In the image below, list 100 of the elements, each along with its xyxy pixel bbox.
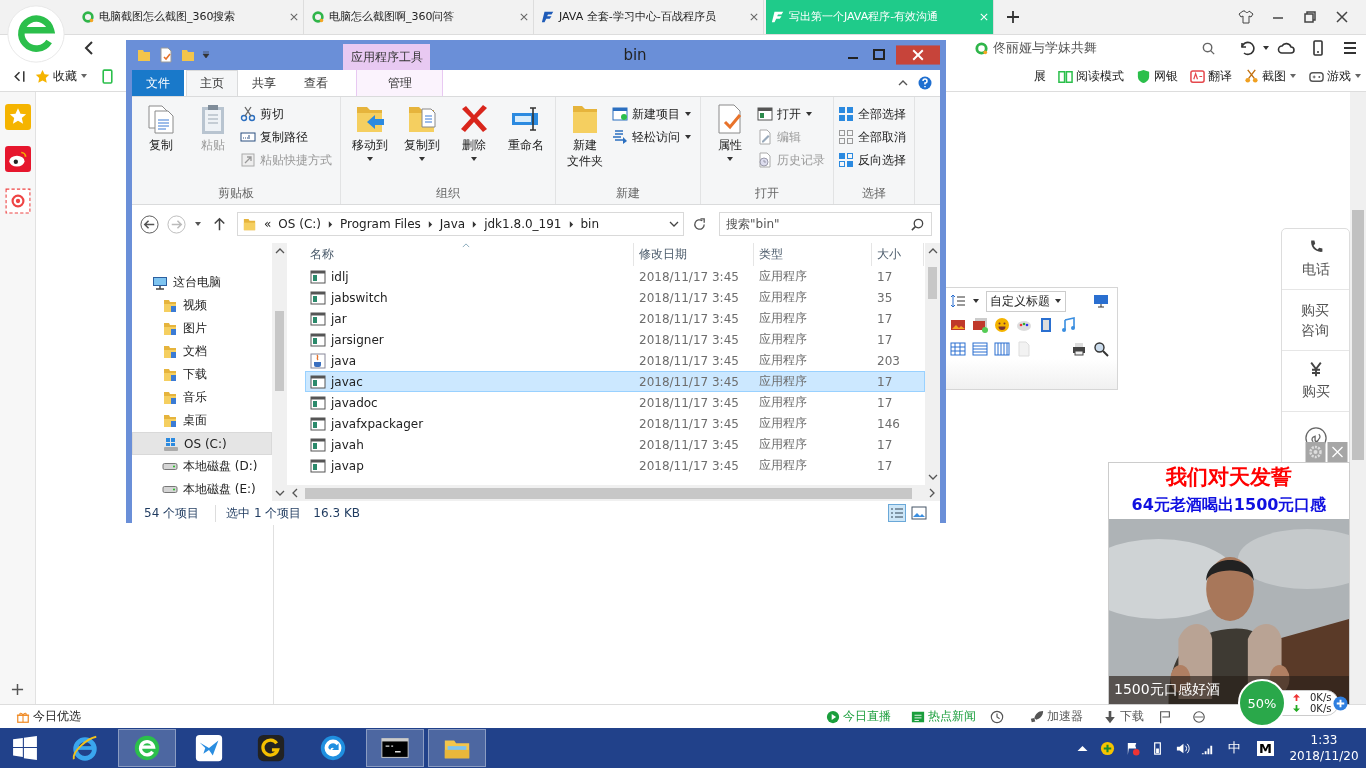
browser-icon[interactable] [1192,709,1206,724]
scrollbar[interactable] [925,243,940,485]
file-row[interactable]: idlj 2018/11/17 3:45 应用程序 17 [305,266,925,287]
table-icon[interactable] [972,341,988,357]
file-row[interactable]: jar 2018/11/17 3:45 应用程序 17 [305,308,925,329]
chevron-down-icon[interactable] [274,489,285,497]
chevron-right-icon[interactable] [928,488,936,498]
tree-item[interactable]: OS (C:) [132,432,272,455]
breadcrumb[interactable]: jdk1.8.0_191 [484,217,562,231]
search-icon[interactable] [1201,40,1216,56]
column-header[interactable]: 修改日期 [634,243,754,266]
magnifier-icon[interactable] [1093,341,1109,357]
address-field[interactable]: « OS (C:) Program Files Java jdk1.8.0_191 bin [237,212,684,236]
smiley-icon[interactable] [994,317,1010,333]
taskbar-button[interactable] [118,729,176,768]
new-tab-icon[interactable] [1006,9,1020,24]
tree-item[interactable]: 下载 [132,363,272,386]
flag-icon[interactable] [1158,709,1172,724]
help-icon[interactable] [918,76,932,90]
ribbon-button[interactable]: 轻松访问 [612,126,696,148]
scrollbar[interactable] [1350,91,1366,705]
ribbon-button[interactable]: 复制到 [397,101,447,184]
taskbar-button[interactable] [366,729,424,768]
close-icon[interactable] [290,12,298,21]
scrollbar-thumb[interactable] [305,487,912,499]
input-method[interactable]: 中 [1228,739,1242,758]
ribbon-tab[interactable]: 文件 [132,70,184,96]
breadcrumb[interactable]: OS (C:) [278,217,321,231]
ribbon-button[interactable]: 属性 [705,101,755,184]
plus-badge-icon[interactable] [1100,740,1116,756]
breadcrumb[interactable]: bin [580,217,600,231]
image-icon[interactable] [950,317,966,333]
weibo-icon[interactable] [4,145,31,172]
tree-item[interactable]: 音乐 [132,386,272,409]
search-field[interactable]: 搜索"bin" [719,212,932,236]
ribbon-button[interactable]: 新建项目 [612,103,696,125]
file-row[interactable]: jarsigner 2018/11/17 3:45 应用程序 17 [305,329,925,350]
refresh-icon[interactable] [692,216,707,232]
clock-icon[interactable] [990,709,1004,724]
tree-item[interactable]: 这台电脑 [132,271,272,294]
tree-item[interactable]: 本地磁盘 (E:) [132,478,272,501]
caret-icon[interactable] [194,220,202,228]
status-link[interactable]: 加速器 [1014,708,1083,726]
column-header[interactable]: 类型 [754,243,872,266]
ribbon-button[interactable]: 删除 [449,101,499,184]
file-row[interactable]: javah 2018/11/17 3:45 应用程序 17 [305,434,925,455]
ribbon-tab[interactable]: 查看 [290,70,342,96]
close-icon[interactable] [520,12,528,21]
ribbon-button[interactable]: 反向选择 [838,149,910,171]
bookmark-link[interactable]: 阅读模式 [1058,67,1124,85]
ribbon-button[interactable]: 重命名 [501,101,551,184]
chevron-down-icon[interactable] [669,220,679,228]
heading-select[interactable]: 自定义标题 [986,290,1066,312]
checked-document-icon[interactable] [158,47,174,63]
bookmark-link[interactable]: 游戏 [1309,67,1362,85]
search-field[interactable]: 佟丽娅与学妹共舞 [970,37,1220,60]
scrollbar-thumb[interactable] [928,267,937,299]
collapse-icon[interactable] [12,68,27,84]
contact-item[interactable]: 购买咨询 [1282,290,1349,351]
file-row[interactable]: java 2018/11/17 3:45 应用程序 203 [305,350,925,371]
ribbon-tab[interactable]: 主页 [186,70,238,96]
ribbon-tab[interactable]: 共享 [238,70,290,96]
flag-icon[interactable] [1125,740,1141,756]
ribbon-button[interactable]: 剪切 [240,103,336,125]
back-icon[interactable] [140,214,159,234]
file-row[interactable]: javac 2018/11/17 3:45 应用程序 17 [305,371,925,392]
start-icon[interactable] [12,735,38,762]
status-link[interactable]: 今日优选 [33,708,81,726]
clock[interactable]: 1:33 2018/11/20 [1282,732,1366,765]
tree-item[interactable]: 本地磁盘 (D:) [132,455,272,478]
contact-item[interactable]: 购买 [1282,351,1349,412]
tree-item[interactable]: 文档 [132,340,272,363]
ribbon-button[interactable]: 打开 [757,103,829,125]
monitor-icon[interactable] [1093,293,1109,309]
tree-item[interactable]: 视频 [132,294,272,317]
table-icon[interactable] [994,341,1010,357]
scrollbar[interactable] [287,485,940,501]
tree-item[interactable]: 图片 [132,317,272,340]
chevron-up-icon[interactable] [274,247,285,255]
chevron-right-icon[interactable] [568,220,574,228]
chevron-right-icon[interactable] [328,220,333,228]
close-icon[interactable] [750,12,758,21]
status-link[interactable]: 下载 [1087,708,1144,726]
shirt-icon[interactable] [1238,8,1254,25]
film-icon[interactable] [1038,317,1054,333]
speaker-icon[interactable] [1175,740,1191,756]
ribbon-tab[interactable]: 管理 [356,70,443,96]
ribbon-button[interactable]: 移动到 [345,101,395,184]
breadcrumb[interactable]: Program Files [340,217,421,231]
ribbon-button[interactable]: 复制路径 [240,126,336,148]
restore-icon[interactable] [1302,8,1318,25]
caret-icon[interactable] [972,297,980,305]
status-link[interactable]: 今日直播 [810,708,891,726]
contact-item[interactable]: 电话 [1282,229,1349,290]
bookmark-link[interactable]: 展 [1034,67,1046,85]
bookmark-link[interactable]: 截图 [1244,67,1297,85]
music-icon[interactable] [1060,317,1076,333]
add-icon[interactable] [11,683,24,697]
column-header[interactable]: 大小 [872,243,924,266]
chevron-up-icon[interactable] [927,247,938,255]
